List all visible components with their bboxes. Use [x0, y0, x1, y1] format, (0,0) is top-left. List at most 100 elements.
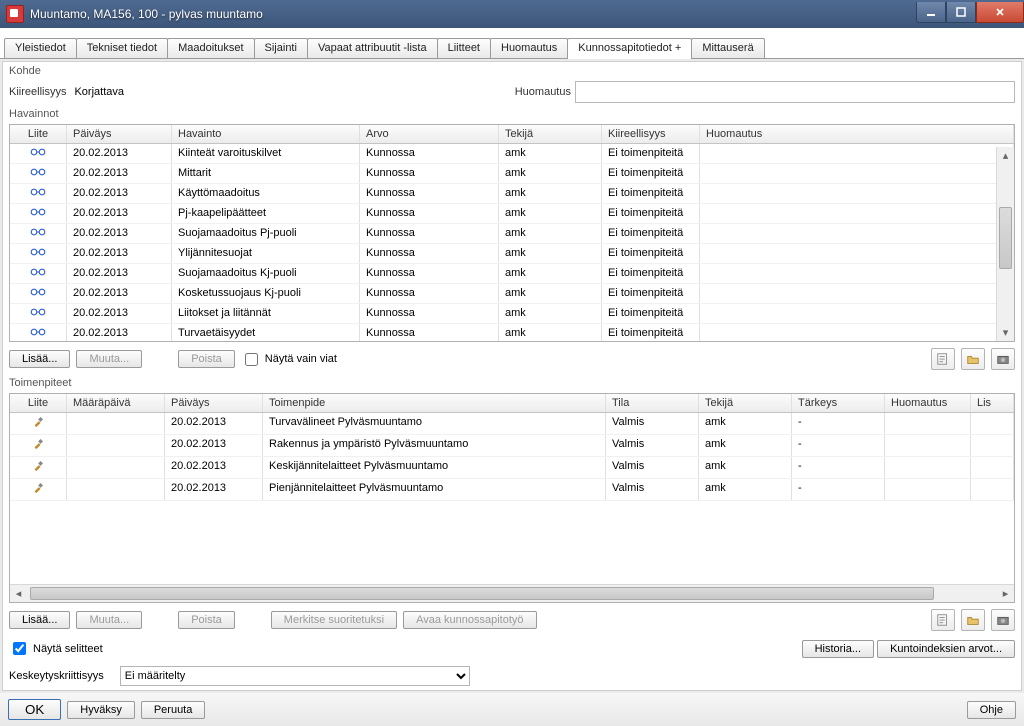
observation-row[interactable]: 20.02.2013TurvaetäisyydetKunnossaamkEi t…: [10, 324, 1014, 341]
action-row[interactable]: 20.02.2013Keskijännitelaitteet Pylväsmuu…: [10, 457, 1014, 479]
obs-folder-icon[interactable]: [961, 348, 985, 370]
obs-camera-icon[interactable]: [991, 348, 1015, 370]
observations-grid: Liite Päiväys Havainto Arvo Tekijä Kiire…: [9, 124, 1015, 342]
criticality-label: Keskeytyskriittisyys: [9, 670, 104, 682]
act-delete-button[interactable]: Poista: [178, 611, 235, 629]
obs-note-icon[interactable]: [931, 348, 955, 370]
acol-tila[interactable]: Tila: [606, 394, 699, 412]
glasses-icon: [10, 324, 67, 341]
section-toimenpiteet: Toimenpiteet: [3, 374, 1021, 391]
obs-delete-button[interactable]: Poista: [178, 350, 235, 368]
observation-row[interactable]: 20.02.2013YlijännitesuojatKunnossaamkEi …: [10, 244, 1014, 264]
obs-add-button[interactable]: Lisää...: [9, 350, 70, 368]
kohde-row: Kiireellisyys Korjattava Huomautus: [3, 79, 1021, 105]
act-folder-icon[interactable]: [961, 609, 985, 631]
hscroll-thumb[interactable]: [30, 587, 934, 600]
col-liite[interactable]: Liite: [10, 125, 67, 143]
acol-maarapaiva[interactable]: Määräpäivä: [67, 394, 165, 412]
act-open-work-button[interactable]: Avaa kunnossapitotyö: [403, 611, 536, 629]
scroll-thumb[interactable]: [999, 207, 1012, 269]
tab-2[interactable]: Maadoitukset: [167, 38, 254, 58]
huomautus-input[interactable]: [575, 81, 1015, 103]
obs-edit-button[interactable]: Muuta...: [76, 350, 142, 368]
act-add-button[interactable]: Lisää...: [9, 611, 70, 629]
observation-row[interactable]: 20.02.2013Kosketussuojaus Kj-puoliKunnos…: [10, 284, 1014, 304]
tab-strip: YleistiedotTekniset tiedotMaadoituksetSi…: [0, 28, 1024, 59]
observation-row[interactable]: 20.02.2013Suojamaadoitus Pj-puoliKunnoss…: [10, 224, 1014, 244]
criticality-select[interactable]: Ei määritelty: [120, 666, 470, 686]
maximize-button[interactable]: [946, 2, 976, 23]
legend-row: Näytä selitteet Historia... Kuntoindeksi…: [3, 635, 1021, 662]
tab-0[interactable]: Yleistiedot: [4, 38, 77, 58]
hammer-icon: [10, 479, 67, 500]
show-only-faults-checkbox[interactable]: Näytä vain viat: [241, 350, 337, 369]
acol-lis[interactable]: Lis: [971, 394, 1014, 412]
action-row[interactable]: 20.02.2013Pienjännitelaitteet Pylväsmuun…: [10, 479, 1014, 501]
app-window: Muuntamo, MA156, 100 - pylvas muuntamo Y…: [0, 0, 1024, 726]
act-mark-done-button[interactable]: Merkitse suoritetuksi: [271, 611, 397, 629]
actions-grid: Liite Määräpäivä Päiväys Toimenpide Tila…: [9, 393, 1015, 603]
action-row[interactable]: 20.02.2013Turvavälineet PylväsmuuntamoVa…: [10, 413, 1014, 435]
tab-1[interactable]: Tekniset tiedot: [76, 38, 168, 58]
act-note-icon[interactable]: [931, 609, 955, 631]
acol-liite[interactable]: Liite: [10, 394, 67, 412]
observation-row[interactable]: 20.02.2013Suojamaadoitus Kj-puoliKunnoss…: [10, 264, 1014, 284]
help-button[interactable]: Ohje: [967, 701, 1016, 719]
accept-button[interactable]: Hyväksy: [67, 701, 135, 719]
scroll-down-icon[interactable]: ▾: [997, 324, 1014, 341]
korjattava-value: Korjattava: [74, 86, 124, 98]
observation-row[interactable]: 20.02.2013Kiinteät varoituskilvetKunnoss…: [10, 144, 1014, 164]
observations-body[interactable]: 20.02.2013Kiinteät varoituskilvetKunnoss…: [10, 144, 1014, 341]
history-button[interactable]: Historia...: [802, 640, 874, 658]
acol-toimenpide[interactable]: Toimenpide: [263, 394, 606, 412]
cancel-button[interactable]: Peruuta: [141, 701, 206, 719]
scroll-up-icon[interactable]: ▴: [997, 147, 1014, 164]
action-row[interactable]: 20.02.2013Rakennus ja ympäristö Pylväsmu…: [10, 435, 1014, 457]
col-tekija[interactable]: Tekijä: [499, 125, 602, 143]
minimize-button[interactable]: [916, 2, 946, 23]
titlebar: Muuntamo, MA156, 100 - pylvas muuntamo: [0, 0, 1024, 28]
glasses-icon: [10, 164, 67, 183]
acol-huomautus[interactable]: Huomautus: [885, 394, 971, 412]
actions-body[interactable]: 20.02.2013Turvavälineet PylväsmuuntamoVa…: [10, 413, 1014, 584]
section-kohde: Kohde: [3, 62, 1021, 79]
act-edit-button[interactable]: Muuta...: [76, 611, 142, 629]
app-icon: [6, 5, 24, 23]
actions-header[interactable]: Liite Määräpäivä Päiväys Toimenpide Tila…: [10, 394, 1014, 413]
col-arvo[interactable]: Arvo: [360, 125, 499, 143]
hscroll-right-icon[interactable]: ▸: [997, 585, 1014, 602]
actions-hscroll[interactable]: ◂ ▸: [10, 584, 1014, 602]
tab-3[interactable]: Sijainti: [254, 38, 308, 58]
col-paivays[interactable]: Päiväys: [67, 125, 172, 143]
section-havainnot: Havainnot: [3, 105, 1021, 122]
act-camera-icon[interactable]: [991, 609, 1015, 631]
tab-7[interactable]: Kunnossapitotiedot +: [567, 38, 692, 59]
observation-row[interactable]: 20.02.2013MittaritKunnossaamkEi toimenpi…: [10, 164, 1014, 184]
tab-8[interactable]: Mittauserä: [691, 38, 764, 58]
glasses-icon: [10, 284, 67, 303]
acol-paivays[interactable]: Päiväys: [165, 394, 263, 412]
hscroll-left-icon[interactable]: ◂: [10, 585, 27, 602]
show-legends-checkbox[interactable]: Näytä selitteet: [9, 639, 103, 658]
tab-5[interactable]: Liitteet: [437, 38, 491, 58]
col-havainto[interactable]: Havainto: [172, 125, 360, 143]
observation-row[interactable]: 20.02.2013Pj-kaapelipäätteetKunnossaamkE…: [10, 204, 1014, 224]
glasses-icon: [10, 224, 67, 243]
kiireellisyys-label: Kiireellisyys: [9, 86, 66, 98]
glasses-icon: [10, 244, 67, 263]
col-kiireellisyys[interactable]: Kiireellisyys: [602, 125, 700, 143]
observations-header[interactable]: Liite Päiväys Havainto Arvo Tekijä Kiire…: [10, 125, 1014, 144]
close-button[interactable]: [976, 2, 1024, 23]
observation-row[interactable]: 20.02.2013KäyttömaadoitusKunnossaamkEi t…: [10, 184, 1014, 204]
acol-tarkeys[interactable]: Tärkeys: [792, 394, 885, 412]
tab-4[interactable]: Vapaat attribuutit -lista: [307, 38, 438, 58]
hammer-icon: [10, 413, 67, 434]
ok-button[interactable]: OK: [8, 699, 61, 720]
col-huomautus[interactable]: Huomautus: [700, 125, 1014, 143]
kuntoindeksi-button[interactable]: Kuntoindeksien arvot...: [877, 640, 1015, 658]
observation-row[interactable]: 20.02.2013Liitokset ja liitännätKunnossa…: [10, 304, 1014, 324]
tab-6[interactable]: Huomautus: [490, 38, 568, 58]
glasses-icon: [10, 184, 67, 203]
observations-scrollbar[interactable]: ▴ ▾: [996, 147, 1014, 341]
acol-tekija[interactable]: Tekijä: [699, 394, 792, 412]
